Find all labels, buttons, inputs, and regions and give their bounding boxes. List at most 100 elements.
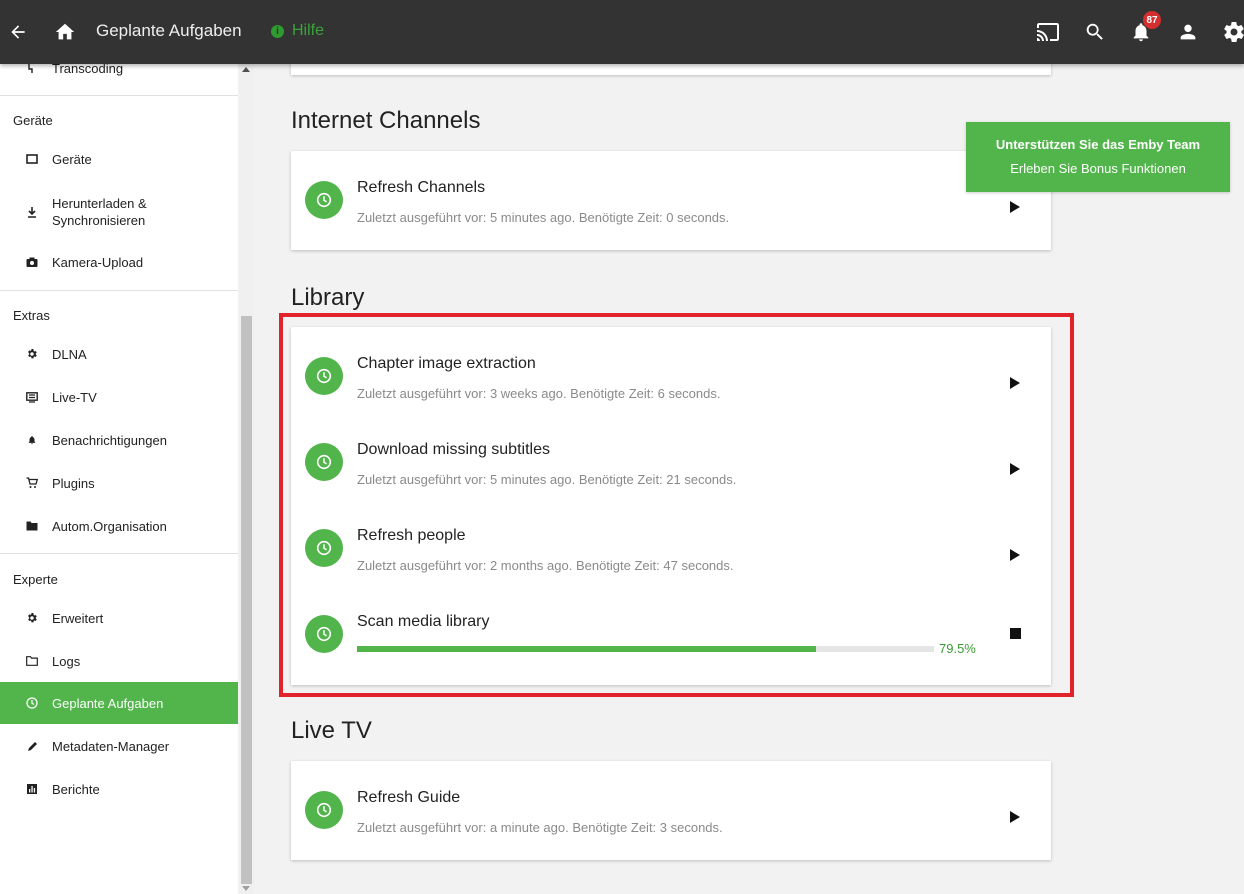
sidebar-item-label: Logs	[52, 653, 81, 669]
task-row: Scan media library 79.5%	[291, 599, 1051, 685]
task-last-run: Zuletzt ausgeführt vor: 3 weeks ago. Ben…	[357, 386, 721, 401]
sidebar-item-label: Benachrichtigungen	[52, 432, 167, 448]
page-title: Geplante Aufgaben	[96, 21, 242, 40]
sidebar-item-geplante-aufgaben[interactable]: Geplante Aufgaben	[0, 682, 238, 724]
sidebar-heading-experte: Experte	[13, 572, 58, 587]
clock-icon[interactable]	[305, 181, 343, 219]
camera-icon	[25, 255, 39, 269]
clock-icon[interactable]	[305, 443, 343, 481]
play-icon[interactable]	[1003, 805, 1027, 829]
sidebar-item-metadaten-manager[interactable]: Metadaten-Manager	[0, 735, 238, 757]
section-title-live-tv: Live TV	[291, 717, 372, 744]
task-progress-percent: 79.5%	[939, 641, 976, 656]
scroll-down-arrow-icon[interactable]	[242, 886, 250, 891]
promo-title: Unterstützen Sie das Emby Team	[995, 137, 1201, 152]
sidebar-item-benachrichtigungen[interactable]: Benachrichtigungen	[0, 429, 238, 451]
sidebar-item-dlna[interactable]: DLNA	[0, 343, 238, 365]
sidebar-item-erweitert[interactable]: Erweitert	[0, 607, 238, 629]
sidebar-item-label: Autom.Organisation	[52, 518, 167, 534]
clock-icon	[25, 696, 39, 710]
top-app-bar: Geplante Aufgaben i Hilfe 87	[0, 0, 1244, 64]
task-name[interactable]: Chapter image extraction	[357, 355, 536, 373]
sidebar-item-label: Erweitert	[52, 610, 104, 626]
section-title-library: Library	[291, 284, 365, 311]
back-arrow-icon[interactable]	[2, 16, 34, 48]
cart-icon	[25, 476, 39, 490]
sidebar-item-berichte[interactable]: Berichte	[0, 778, 238, 800]
help-link[interactable]: i Hilfe	[271, 22, 324, 40]
play-icon[interactable]	[1003, 195, 1027, 219]
task-last-run: Zuletzt ausgeführt vor: a minute ago. Be…	[357, 820, 723, 835]
transcoding-icon	[25, 64, 39, 75]
task-last-run: Zuletzt ausgeführt vor: 2 months ago. Be…	[357, 558, 734, 573]
sidebar-item-autom-organisation[interactable]: Autom.Organisation	[0, 515, 238, 537]
sidebar-item-label: Herunterladen & Synchronisieren	[52, 196, 147, 228]
tv-icon	[25, 390, 39, 404]
sidebar-item-plugins[interactable]: Plugins	[0, 472, 238, 494]
bell-icon	[25, 433, 39, 447]
task-row: Chapter image extraction Zuletzt ausgefü…	[291, 341, 1051, 427]
user-icon[interactable]	[1172, 16, 1204, 48]
task-progress-bar	[357, 646, 934, 652]
task-last-run: Zuletzt ausgeführt vor: 5 minutes ago. B…	[357, 472, 737, 487]
task-card-live-tv: Refresh Guide Zuletzt ausgeführt vor: a …	[291, 761, 1051, 860]
clock-icon[interactable]	[305, 529, 343, 567]
pencil-icon	[25, 739, 39, 753]
sidebar-item-label: Metadaten-Manager	[52, 738, 170, 754]
home-icon[interactable]	[49, 16, 81, 48]
folder-outline-icon	[25, 654, 39, 668]
clock-icon[interactable]	[305, 357, 343, 395]
task-name[interactable]: Refresh Guide	[357, 789, 460, 807]
sidebar-heading-extras: Extras	[13, 308, 50, 323]
sidebar-item-transcoding[interactable]: Transcoding	[0, 64, 238, 78]
sidebar: Transcoding Geräte Geräte Herunterladen …	[0, 64, 238, 894]
sidebar-item-kamera-upload[interactable]: Kamera-Upload	[0, 251, 238, 273]
task-card-library: Chapter image extraction Zuletzt ausgefü…	[291, 327, 1051, 685]
sidebar-item-label: Transcoding	[52, 64, 124, 76]
clock-icon[interactable]	[305, 615, 343, 653]
search-icon[interactable]	[1079, 16, 1111, 48]
sidebar-divider	[0, 553, 238, 554]
info-icon: i	[271, 24, 284, 38]
clock-icon[interactable]	[305, 791, 343, 829]
section-title-internet-channels: Internet Channels	[291, 107, 481, 134]
gear-icon	[25, 611, 39, 625]
stop-icon[interactable]	[1003, 621, 1027, 645]
sidebar-item-geraete[interactable]: Geräte	[0, 148, 238, 170]
play-icon[interactable]	[1003, 543, 1027, 567]
sidebar-scrollbar[interactable]	[239, 64, 254, 894]
sidebar-heading-geraete: Geräte	[13, 113, 53, 128]
cast-icon[interactable]	[1032, 16, 1064, 48]
folder-icon	[25, 519, 39, 533]
sidebar-item-label: Plugins	[52, 475, 95, 491]
sidebar-item-logs[interactable]: Logs	[0, 650, 238, 672]
settings-gear-icon[interactable]	[1218, 16, 1244, 48]
task-progress-fill	[357, 646, 816, 652]
task-name[interactable]: Scan media library	[357, 613, 490, 631]
device-icon	[25, 152, 39, 166]
sidebar-item-live-tv[interactable]: Live-TV	[0, 386, 238, 408]
play-icon[interactable]	[1003, 371, 1027, 395]
help-label: Hilfe	[292, 22, 325, 39]
task-name[interactable]: Refresh Channels	[357, 179, 485, 197]
sidebar-item-label: Kamera-Upload	[52, 254, 144, 270]
download-icon	[25, 205, 39, 219]
sidebar-item-label: Geräte	[52, 151, 92, 167]
sidebar-item-herunterladen[interactable]: Herunterladen & Synchronisieren	[0, 194, 238, 230]
task-row: Refresh people Zuletzt ausgeführt vor: 2…	[291, 513, 1051, 599]
sidebar-item-label: DLNA	[52, 346, 87, 362]
task-name[interactable]: Download missing subtitles	[357, 441, 550, 459]
task-card-internet-channels: Refresh Channels Zuletzt ausgeführt vor:…	[291, 151, 1051, 250]
task-row: Download missing subtitles Zuletzt ausge…	[291, 427, 1051, 513]
sidebar-item-label: Live-TV	[52, 389, 97, 405]
scroll-up-arrow-icon[interactable]	[242, 67, 250, 72]
sidebar-divider	[0, 290, 238, 291]
play-icon[interactable]	[1003, 457, 1027, 481]
sidebar-item-label: Berichte	[52, 781, 100, 797]
task-row: Refresh Channels Zuletzt ausgeführt vor:…	[291, 165, 1051, 251]
task-name[interactable]: Refresh people	[357, 527, 466, 545]
sidebar-scrollbar-thumb[interactable]	[241, 316, 252, 884]
support-emby-banner[interactable]: Unterstützen Sie das Emby Team Erleben S…	[966, 122, 1230, 192]
gear-icon	[25, 347, 39, 361]
promo-subtitle: Erleben Sie Bonus Funktionen	[1010, 161, 1186, 176]
